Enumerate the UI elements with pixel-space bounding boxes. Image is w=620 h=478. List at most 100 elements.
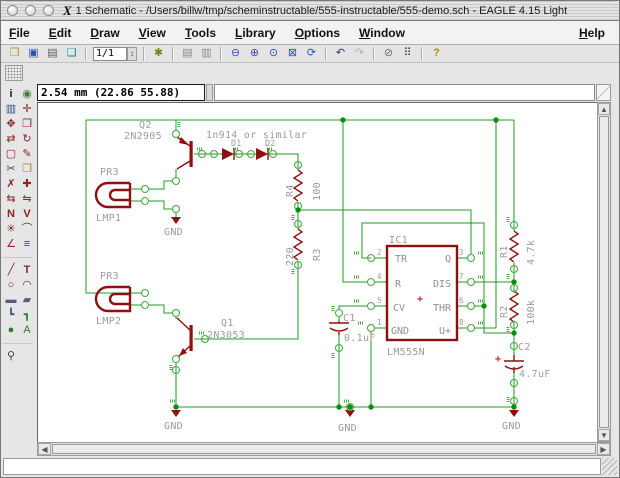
scroll-right-arrow[interactable]: ▶ — [597, 443, 610, 455]
tool-add-icon[interactable]: ✚ — [19, 177, 35, 192]
tool-pinswap-icon[interactable]: ⇆ — [3, 192, 19, 207]
vertical-scrollbar[interactable]: ▲ ▼ — [597, 102, 611, 442]
canvas-wrap: Q2 2N2905 1n914 or similar D1 D2 R4 100 220 R3 PR… — [37, 102, 597, 442]
component-r2-resistor[interactable] — [508, 290, 520, 323]
tool-delete-icon[interactable]: ✗ — [3, 177, 19, 192]
corner-button[interactable] — [596, 84, 611, 101]
tool-invoke-icon[interactable]: ≡ — [19, 237, 35, 252]
grid-button[interactable] — [5, 65, 23, 81]
tool-miter-icon[interactable]: ⌒ — [19, 222, 35, 237]
tool-change-icon[interactable]: ✎ — [19, 147, 35, 162]
zoom-button[interactable] — [43, 5, 54, 16]
go-traffic-light-button[interactable]: ⠿ — [399, 46, 416, 61]
tool-text-icon[interactable]: T — [19, 263, 35, 278]
tool-circle-icon[interactable]: ○ — [3, 278, 19, 293]
status-text-field[interactable] — [3, 458, 601, 475]
title-bar[interactable]: X 1 Schematic - /Users/billw/tmp/schemin… — [1, 1, 619, 21]
tool-erc-icon[interactable]: ⚲ — [3, 349, 19, 364]
menu-item-library[interactable]: Library — [235, 26, 276, 40]
zoom-full-button[interactable]: ⊙ — [265, 46, 282, 61]
scroll-down-arrow[interactable]: ▼ — [598, 429, 610, 441]
tool-cut-icon[interactable]: ✂ — [3, 162, 19, 177]
tool-smash-icon[interactable]: ✳ — [3, 222, 19, 237]
schematic-label: CV — [393, 303, 405, 314]
tool-arc-icon[interactable]: ◠ — [19, 278, 35, 293]
component-lmp1-lamp[interactable] — [94, 181, 132, 209]
tool-replace-icon[interactable]: ⇋ — [19, 192, 35, 207]
scroll-up-arrow[interactable]: ▲ — [598, 103, 610, 115]
menu-item-draw[interactable]: Draw — [90, 26, 119, 40]
coordinate-splitter[interactable] — [206, 84, 213, 101]
component-q2-2n2905[interactable] — [176, 136, 193, 170]
save-button[interactable]: ▣ — [25, 46, 42, 61]
menu-item-window[interactable]: Window — [359, 26, 405, 40]
stop-button[interactable]: ⊘ — [380, 46, 397, 61]
open-button[interactable]: ❒ — [6, 46, 23, 61]
run-ulp-button[interactable]: ▥ — [198, 46, 215, 61]
use-library-button[interactable]: ✱ — [150, 46, 167, 61]
tool-group-icon[interactable]: ▢ — [3, 147, 19, 162]
undo-button[interactable]: ↶ — [332, 46, 349, 61]
redo-button[interactable]: ↷ — [351, 46, 368, 61]
pin-circle — [171, 129, 181, 139]
run-script-button[interactable]: ▤ — [179, 46, 196, 61]
menu-item-file[interactable]: File — [9, 26, 30, 40]
scroll-left-arrow[interactable]: ◀ — [38, 443, 51, 455]
tool-bus-icon[interactable]: ┗ — [3, 308, 19, 323]
component-d2-diode[interactable] — [256, 148, 269, 160]
menu-item-options[interactable]: Options — [295, 26, 340, 40]
tool-name-icon[interactable]: N — [3, 207, 19, 222]
help-button[interactable]: ? — [428, 46, 445, 61]
sheet-spinner[interactable]: ↕ — [127, 46, 137, 61]
net-wires[interactable] — [85, 119, 515, 410]
tool-junction-icon[interactable]: ● — [3, 323, 19, 338]
zoom-in-button[interactable]: ⊕ — [246, 46, 263, 61]
menu-item-help[interactable]: Help — [579, 26, 605, 40]
tool-info-icon[interactable]: i — [3, 87, 19, 102]
horizontal-scrollbar[interactable]: ◀ ▶ — [37, 442, 611, 456]
schematic-label: Q2 — [139, 120, 152, 131]
menu-item-tools[interactable]: Tools — [185, 26, 216, 40]
horizontal-scroll-thumb[interactable] — [52, 444, 596, 454]
component-d1-diode[interactable] — [222, 148, 235, 160]
resize-grip[interactable] — [602, 458, 617, 475]
toolbar-separator — [143, 46, 145, 61]
tool-rotate-icon[interactable]: ↻ — [19, 132, 35, 147]
tool-paste-icon[interactable]: ❒ — [19, 162, 35, 177]
export-cam-button[interactable]: ❏ — [63, 46, 80, 61]
schematic-label: R2 — [499, 305, 510, 318]
zoom-redraw-button[interactable]: ⟳ — [303, 46, 320, 61]
component-lmp2-lamp[interactable] — [94, 285, 132, 313]
command-line-input[interactable] — [214, 84, 595, 101]
print-button[interactable]: ▤ — [44, 46, 61, 61]
tool-net-icon[interactable]: ┓ — [19, 308, 35, 323]
tool-wire-icon[interactable]: ╱ — [3, 263, 19, 278]
tool-label-icon[interactable]: A — [19, 323, 35, 338]
schematic-label: 3 — [459, 248, 464, 257]
minimize-button[interactable] — [25, 5, 36, 16]
sheet-number-input[interactable] — [93, 46, 127, 61]
menu-item-view[interactable]: View — [139, 26, 166, 40]
vertical-scroll-thumb[interactable] — [599, 116, 609, 428]
close-button[interactable] — [7, 5, 18, 16]
tool-split-icon[interactable]: ∠ — [3, 237, 19, 252]
pin-circle — [366, 301, 376, 311]
tool-value-icon[interactable]: V — [19, 207, 35, 222]
tool-copy-icon[interactable]: ❐ — [19, 117, 35, 132]
tool-move-icon[interactable]: ✥ — [3, 117, 19, 132]
component-q1-2n3053[interactable] — [176, 317, 193, 358]
component-r1-resistor[interactable] — [508, 230, 520, 263]
tool-show-icon[interactable]: ◉ — [19, 87, 35, 102]
tool-rect-icon[interactable]: ▬ — [3, 293, 19, 308]
tool-polygon-icon[interactable]: ▰ — [19, 293, 35, 308]
zoom-out-button[interactable]: ⊖ — [227, 46, 244, 61]
schematic-canvas[interactable]: Q22N2905 1n914 or similarD1 D2R4 100220 R3PR… — [38, 103, 597, 442]
x11-app-icon: X — [63, 2, 72, 18]
tool-display-icon[interactable]: ▥ — [3, 102, 19, 117]
menu-item-edit[interactable]: Edit — [49, 26, 72, 40]
tool-mirror-icon[interactable]: ⇄ — [3, 132, 19, 147]
schematic-label: 4 — [377, 272, 382, 281]
tool-mark-icon[interactable]: ✛ — [19, 102, 35, 117]
junction-dot — [173, 404, 179, 410]
zoom-select-button[interactable]: ⊠ — [284, 46, 301, 61]
